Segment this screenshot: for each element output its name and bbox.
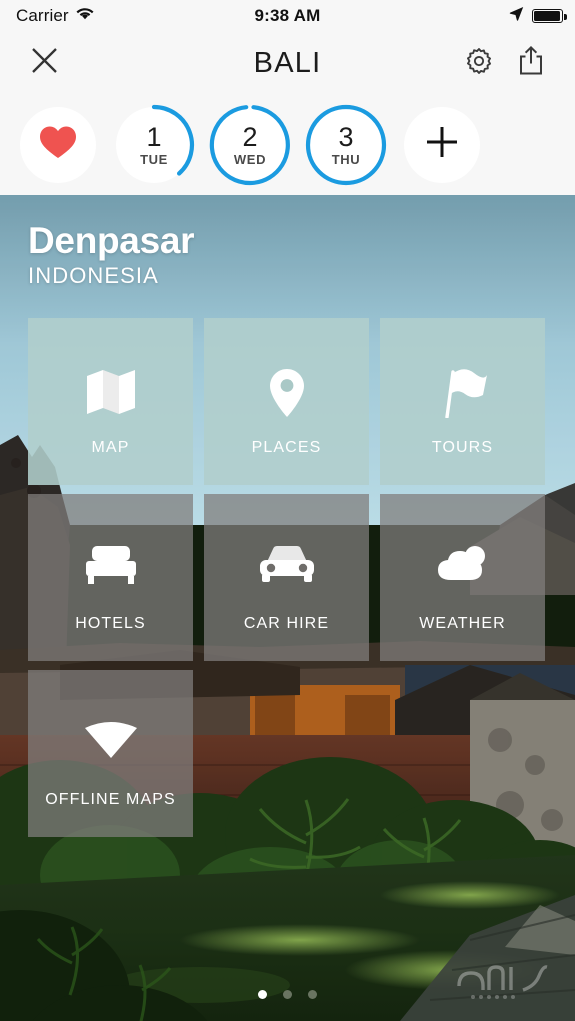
pin-icon [204, 368, 369, 418]
flag-icon [380, 368, 545, 418]
feature-row-2: HOTELS CAR HIRE WEATHER [28, 494, 547, 661]
date-chip-2-progress-ring [209, 104, 290, 185]
settings-button[interactable] [457, 41, 501, 85]
city-name: Denpasar [28, 220, 195, 261]
map-icon [28, 368, 193, 416]
tile-car-hire[interactable]: CAR HIRE [204, 494, 369, 661]
app-screen: Carrier 9:38 AM BALI 1 TUE 2 WED 3 THU D… [0, 0, 575, 1021]
date-selector-bar: 1 TUE 2 WED 3 THU [0, 94, 575, 195]
favorites-button[interactable] [20, 106, 96, 183]
tile-map[interactable]: MAP [28, 318, 193, 485]
battery-full-icon [532, 9, 567, 23]
nav-bar: BALI [0, 32, 575, 94]
page-dot-1[interactable] [258, 990, 267, 999]
tile-weather[interactable]: WEATHER [380, 494, 545, 661]
tile-hotels[interactable]: HOTELS [28, 494, 193, 661]
date-chip-3[interactable]: 3 THU [305, 104, 387, 185]
tile-tours[interactable]: TOURS [380, 318, 545, 485]
cloud-icon [380, 544, 545, 584]
tile-places[interactable]: PLACES [204, 318, 369, 485]
destination-heading: Denpasar INDONESIA [28, 220, 195, 289]
watermark-logo [453, 956, 565, 1007]
tile-car-hire-label: CAR HIRE [243, 615, 330, 632]
clock-label: 9:38 AM [254, 6, 321, 25]
tile-places-label: PLACES [251, 439, 322, 456]
feature-row-1: MAP PLACES TOURS [28, 318, 547, 485]
feature-grid: MAP PLACES TOURS HOTELS CAR HIRE WEATHER… [28, 318, 547, 846]
date-chip-1[interactable]: 1 TUE [116, 104, 195, 183]
tile-map-label: MAP [91, 439, 130, 456]
location-arrow-icon [509, 6, 524, 26]
status-bar-right [509, 6, 567, 26]
gear-icon [464, 46, 494, 81]
page-dot-2[interactable] [283, 990, 292, 999]
share-icon [518, 45, 544, 81]
bed-icon [28, 544, 193, 586]
feature-row-3: OFFLINE MAPS [28, 670, 547, 837]
heart-icon [39, 125, 77, 164]
date-chip-2[interactable]: 2 WED [209, 104, 290, 185]
date-chip-3-progress-ring [305, 104, 387, 185]
tile-offline-maps[interactable]: OFFLINE MAPS [28, 670, 193, 837]
tile-hotels-label: HOTELS [75, 615, 146, 632]
plus-icon [423, 123, 461, 166]
favorites-circle [20, 106, 96, 183]
tile-weather-label: WEATHER [419, 615, 506, 632]
car-icon [204, 544, 369, 584]
tile-offline-maps-label: OFFLINE MAPS [45, 791, 176, 808]
date-chip-1-progress-ring [151, 104, 195, 176]
share-button[interactable] [509, 41, 553, 85]
status-bar: Carrier 9:38 AM [0, 0, 575, 32]
tile-tours-label: TOURS [431, 439, 494, 456]
add-day-circle [404, 106, 480, 183]
country-name: INDONESIA [28, 262, 159, 288]
add-day-button[interactable] [404, 106, 480, 183]
page-dot-3[interactable] [308, 990, 317, 999]
signal-icon [28, 720, 193, 760]
